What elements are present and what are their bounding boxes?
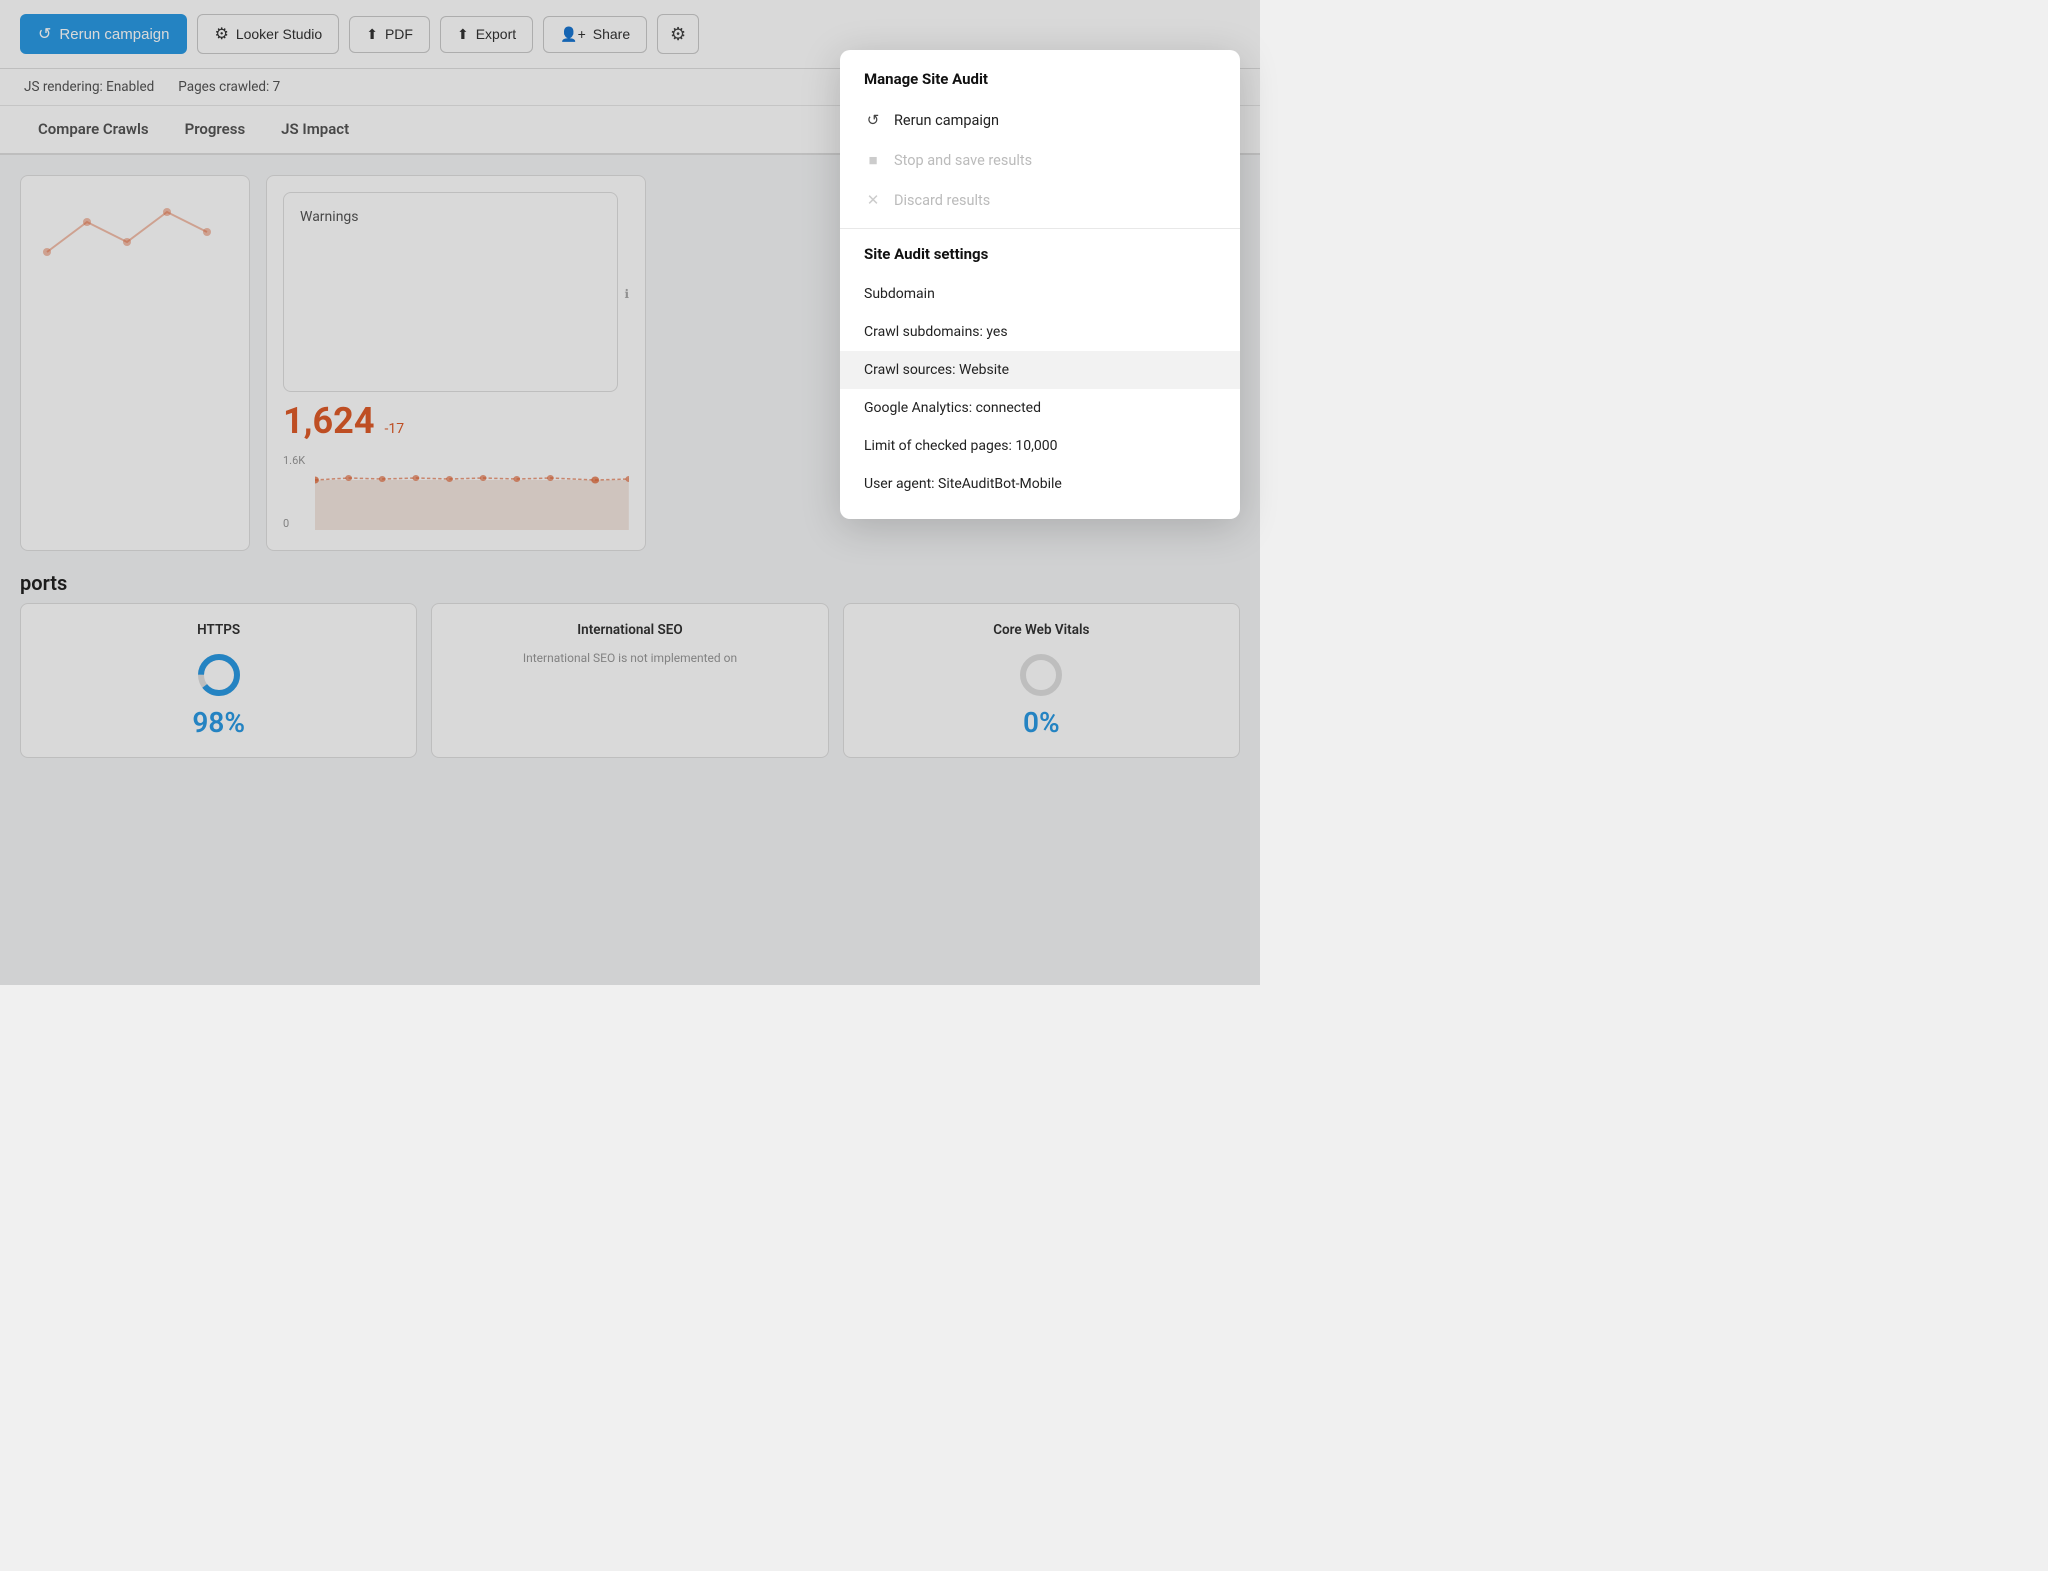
user-agent-label: User agent: SiteAuditBot-Mobile <box>864 476 1062 492</box>
discard-icon: ✕ <box>864 191 882 209</box>
rerun-menu-label: Rerun campaign <box>894 112 999 129</box>
discard-label: Discard results <box>894 192 990 209</box>
menu-stop-save: ■ Stop and save results <box>840 140 1240 180</box>
menu-crawl-sources[interactable]: Crawl sources: Website <box>840 351 1240 389</box>
menu-divider <box>840 228 1240 229</box>
stop-save-label: Stop and save results <box>894 152 1032 169</box>
rerun-menu-icon: ↺ <box>864 111 882 129</box>
menu-user-agent[interactable]: User agent: SiteAuditBot-Mobile <box>840 465 1240 503</box>
crawl-subdomains-label: Crawl subdomains: yes <box>864 324 1008 340</box>
menu-discard: ✕ Discard results <box>840 180 1240 220</box>
menu-subdomain[interactable]: Subdomain <box>840 275 1240 313</box>
subdomain-label: Subdomain <box>864 286 935 302</box>
stop-icon: ■ <box>864 151 882 169</box>
manage-site-audit-dropdown: Manage Site Audit ↺ Rerun campaign ■ Sto… <box>840 50 1240 519</box>
menu-google-analytics[interactable]: Google Analytics: connected <box>840 389 1240 427</box>
google-analytics-label: Google Analytics: connected <box>864 400 1041 416</box>
menu-crawl-subdomains[interactable]: Crawl subdomains: yes <box>840 313 1240 351</box>
manage-section-title: Manage Site Audit <box>840 70 1240 100</box>
settings-section-title: Site Audit settings <box>840 241 1240 275</box>
menu-rerun-campaign[interactable]: ↺ Rerun campaign <box>840 100 1240 140</box>
limit-pages-label: Limit of checked pages: 10,000 <box>864 438 1058 454</box>
menu-limit-pages[interactable]: Limit of checked pages: 10,000 <box>840 427 1240 465</box>
crawl-sources-label: Crawl sources: Website <box>864 362 1009 378</box>
